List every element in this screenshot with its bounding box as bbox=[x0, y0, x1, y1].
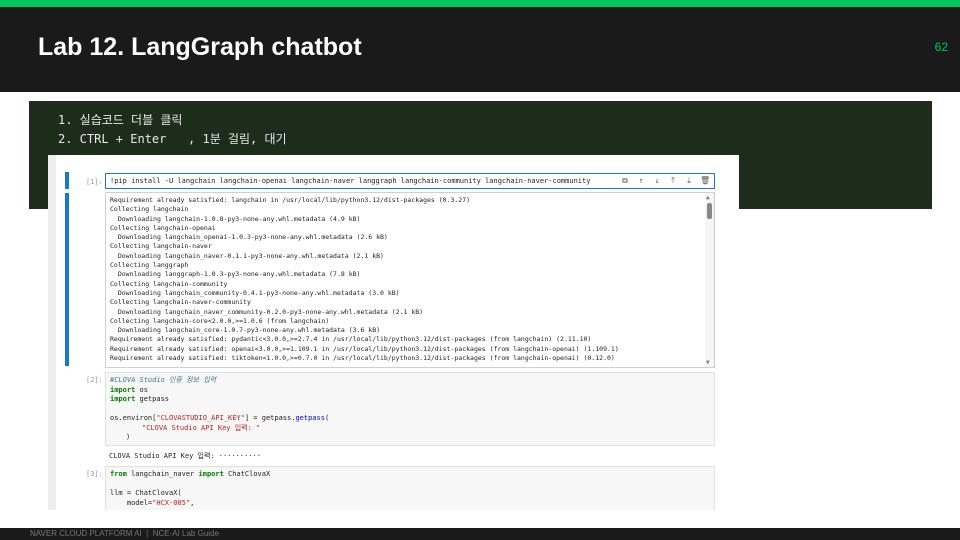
cell-toolbar: ⧉ ↑ ↓ ⤒ ⤓ 🗑 bbox=[620, 176, 710, 186]
output-line: Collecting langchain bbox=[110, 205, 189, 214]
cell-2-output: CLOVA Studio API Key 입력: ·········· bbox=[109, 452, 261, 460]
slide-title: Lab 12. LangGraph chatbot bbox=[38, 33, 362, 61]
output-line: Requirement already satisfied: langchain… bbox=[110, 196, 471, 204]
arrow-up-icon[interactable]: ↑ bbox=[636, 176, 646, 186]
output-line: Collecting langchain-community bbox=[110, 279, 228, 288]
cell-1-prompt: [1]: bbox=[86, 178, 103, 186]
cell-2-prompt: [2]: bbox=[86, 376, 103, 384]
arrow-down-icon[interactable]: ↓ bbox=[652, 176, 662, 186]
code-text: ] = getpass. bbox=[244, 414, 296, 422]
output-line: Requirement already satisfied: pydantic<… bbox=[110, 335, 592, 344]
code-string: "CLOVA Studio API Key 입력: " bbox=[142, 423, 261, 432]
output-line: Requirement already satisfied: tiktoken<… bbox=[110, 354, 615, 363]
code-module: getpass bbox=[135, 395, 170, 403]
top-accent-bar bbox=[0, 0, 960, 7]
notebook-left-gutter bbox=[48, 155, 56, 510]
cell-1-code: !pip install -U langchain langchain-open… bbox=[110, 177, 591, 185]
cell-1-input[interactable]: !pip install -U langchain langchain-open… bbox=[105, 173, 715, 189]
code-keyword: import bbox=[110, 395, 136, 403]
code-string: "CLOVASTUDIO_API_KEY" bbox=[156, 414, 245, 422]
code-function: getpass bbox=[295, 414, 325, 422]
insert-below-icon[interactable]: ⤓ bbox=[684, 176, 694, 186]
code-comment: #CLOVA Studio 인증 정보 입력 bbox=[110, 376, 217, 384]
output-line: Collecting langchain-openai bbox=[110, 223, 216, 232]
code-module: langchain_naver bbox=[126, 470, 199, 478]
scroll-down-icon[interactable]: ▼ bbox=[706, 359, 710, 366]
output-line: Collecting langchain-naver-community bbox=[110, 298, 251, 307]
slide-header: Lab 12. LangGraph chatbot 62 bbox=[0, 7, 960, 92]
output-line: Collecting langchain-core<2.0.0,>=1.0.6 … bbox=[110, 316, 330, 325]
cell-2-input[interactable]: #CLOVA Studio 인증 정보 입력 import os import … bbox=[105, 372, 715, 446]
copy-icon[interactable]: ⧉ bbox=[620, 176, 630, 186]
output-line: Downloading langchain_community-0.4.1-py… bbox=[110, 288, 400, 297]
output-line: Downloading langchain_openai-1.0.3-py3-n… bbox=[110, 233, 388, 242]
output-line: Requirement already satisfied: openai<3.… bbox=[110, 344, 619, 353]
code-text: , bbox=[190, 498, 195, 507]
cell-1-output-lines: Requirement already satisfied: langchain… bbox=[110, 196, 619, 363]
cell-2-code: #CLOVA Studio 인증 정보 입력 import os import … bbox=[110, 376, 329, 443]
delete-icon[interactable]: 🗑 bbox=[700, 176, 710, 186]
scroll-up-icon[interactable]: ▲ bbox=[706, 194, 710, 201]
output-line: Downloading langchain_naver-0.1.1-py3-no… bbox=[110, 251, 384, 260]
output-line: Collecting langchain-naver bbox=[110, 242, 212, 251]
code-text: os.environ[ bbox=[110, 414, 157, 422]
instruction-step-1: 1. 실습코드 더블 클릭 bbox=[58, 113, 183, 127]
insert-above-icon[interactable]: ⤒ bbox=[668, 176, 678, 186]
code-keyword: import bbox=[110, 385, 136, 394]
code-module: os bbox=[135, 385, 148, 394]
slide-footer: NAVER CLOUD PLATFORM AI | NCE-AI Lab Gui… bbox=[0, 528, 960, 540]
output-line: Collecting langgraph bbox=[110, 261, 189, 270]
output-line: Downloading langchain_core-1.0.7-py3-non… bbox=[110, 326, 381, 335]
code-text: ) bbox=[126, 433, 131, 441]
output-scrollbar[interactable]: ▲ ▼ bbox=[705, 193, 714, 367]
instruction-step-2: 2. CTRL + Enter , 1분 걸림, 대기 bbox=[58, 132, 287, 146]
code-text: model= bbox=[110, 498, 153, 507]
code-text: ChatClovaX bbox=[223, 470, 271, 478]
active-cell-indicator bbox=[65, 172, 69, 189]
cell-3-input[interactable]: from langchain_naver import ChatClovaX l… bbox=[105, 466, 715, 510]
notebook-screenshot: [1]: !pip install -U langchain langchain… bbox=[48, 155, 739, 510]
scroll-thumb[interactable] bbox=[707, 203, 712, 219]
output-line: Downloading langgraph-1.0.3-py3-none-any… bbox=[110, 270, 361, 279]
page-number: 62 bbox=[934, 40, 948, 54]
output-line: Downloading langchain-1.0.8-py3-none-any… bbox=[110, 214, 361, 223]
cell-1-output[interactable]: Requirement already satisfied: langchain… bbox=[105, 192, 715, 368]
code-text: llm = ChatClovaX( bbox=[110, 489, 182, 497]
output-line: Downloading langchain_naver_community-0.… bbox=[110, 307, 424, 316]
output-collapse-bar[interactable] bbox=[65, 193, 69, 366]
code-keyword: from bbox=[110, 470, 127, 478]
code-text: ( bbox=[324, 414, 330, 422]
code-keyword: import bbox=[198, 470, 224, 478]
cell-3-prompt: [3]: bbox=[86, 470, 103, 478]
code-string: "HCX-005" bbox=[152, 498, 191, 507]
footer-text: NAVER CLOUD PLATFORM AI | NCE-AI Lab Gui… bbox=[30, 529, 219, 538]
cell-3-code: from langchain_naver import ChatClovaX l… bbox=[110, 470, 270, 508]
